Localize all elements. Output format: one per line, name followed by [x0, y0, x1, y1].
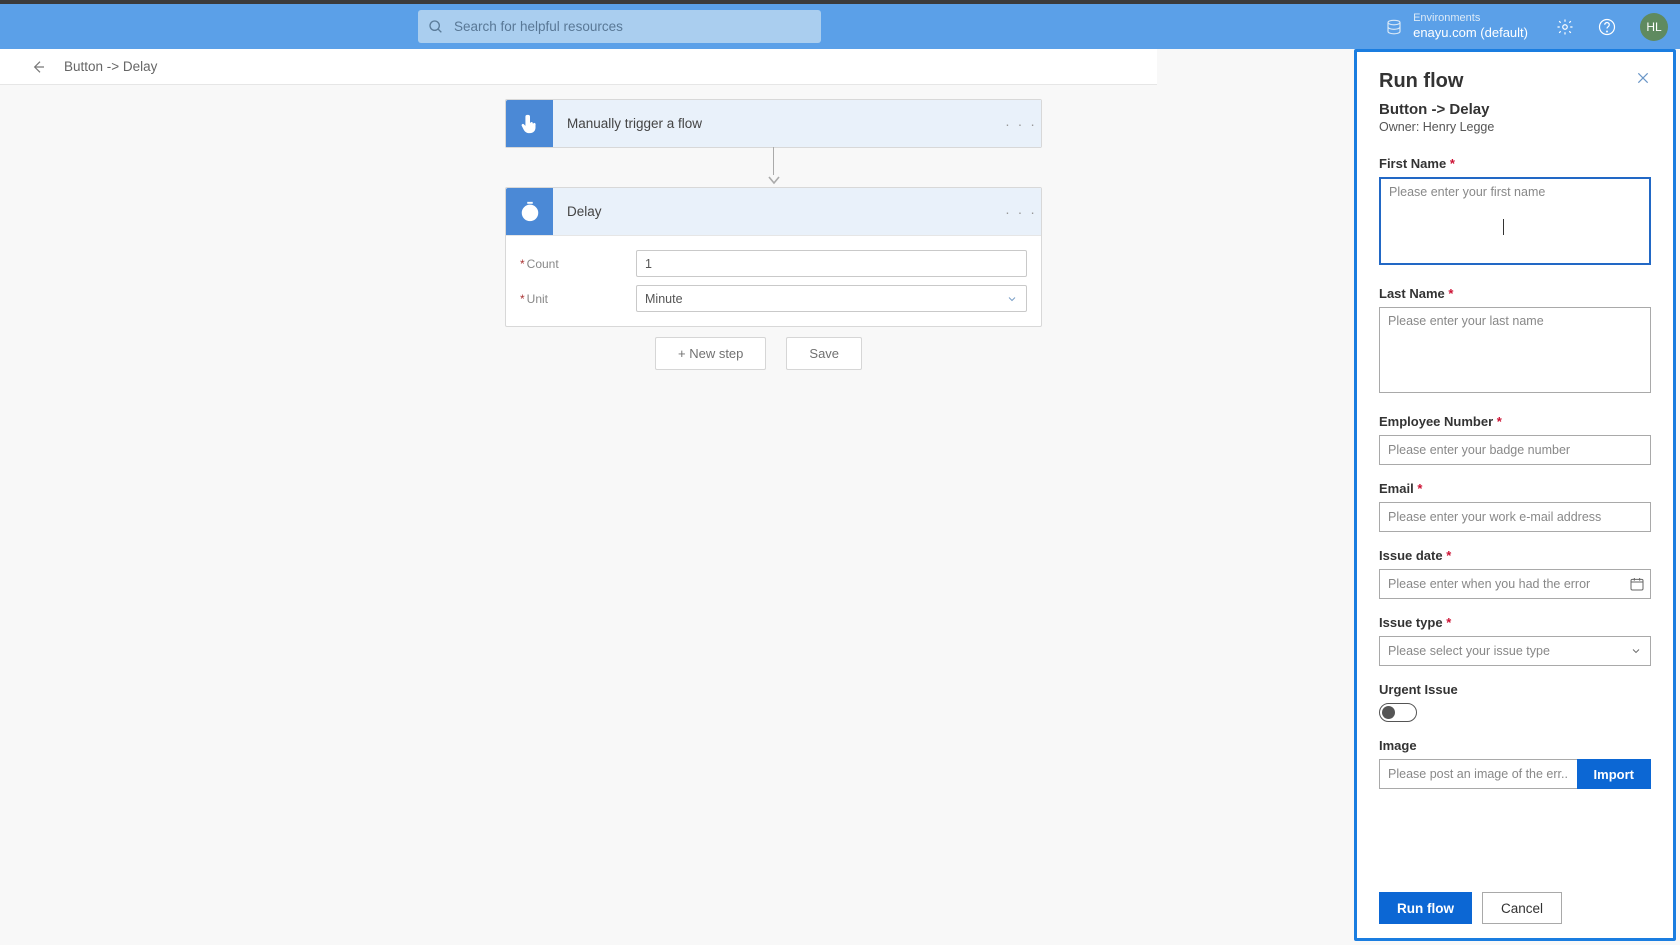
breadcrumb-bar: Button -> Delay — [0, 49, 1157, 85]
urgent-label: Urgent Issue — [1379, 682, 1651, 697]
last-name-input[interactable] — [1379, 307, 1651, 393]
help-icon[interactable] — [1598, 18, 1616, 36]
issue-date-input[interactable] — [1379, 569, 1651, 599]
delay-card[interactable]: Delay · · · *Count *Unit Minute — [505, 187, 1042, 327]
chevron-down-icon — [1006, 293, 1018, 305]
last-name-label: Last Name * — [1379, 286, 1651, 301]
image-label: Image — [1379, 738, 1651, 753]
panel-owner: Owner: Henry Legge — [1379, 120, 1651, 134]
calendar-icon[interactable] — [1629, 576, 1645, 592]
new-step-button[interactable]: + New step — [655, 337, 766, 370]
environment-icon — [1385, 18, 1403, 36]
image-input[interactable] — [1379, 759, 1577, 789]
environment-name: enayu.com (default) — [1413, 25, 1528, 41]
global-search[interactable] — [418, 10, 821, 43]
panel-title: Run flow — [1379, 70, 1463, 93]
close-icon[interactable] — [1635, 70, 1651, 86]
chevron-down-icon — [1630, 645, 1642, 657]
save-button[interactable]: Save — [786, 337, 862, 370]
search-input[interactable] — [454, 19, 811, 34]
top-bar: Environments enayu.com (default) HL — [0, 4, 1680, 49]
unit-label: *Unit — [520, 292, 636, 306]
touch-icon — [506, 100, 553, 147]
environment-label: Environments — [1413, 12, 1528, 25]
environment-block[interactable]: Environments enayu.com (default) — [1413, 12, 1528, 41]
issue-type-select[interactable]: Please select your issue type — [1379, 636, 1651, 666]
delay-card-title: Delay — [553, 204, 1001, 219]
email-label: Email * — [1379, 481, 1651, 496]
employee-number-label: Employee Number * — [1379, 414, 1651, 429]
breadcrumb-text: Button -> Delay — [64, 59, 157, 74]
unit-select[interactable]: Minute — [636, 285, 1027, 312]
trigger-card[interactable]: Manually trigger a flow · · · — [505, 99, 1042, 148]
run-flow-button[interactable]: Run flow — [1379, 892, 1472, 924]
issue-date-label: Issue date * — [1379, 548, 1651, 563]
search-icon — [428, 19, 444, 35]
flow-canvas: Manually trigger a flow · · · Delay · · … — [0, 85, 1155, 945]
run-flow-panel: Run flow Button -> Delay Owner: Henry Le… — [1354, 49, 1676, 941]
clock-icon — [506, 188, 553, 235]
avatar[interactable]: HL — [1640, 13, 1668, 41]
first-name-label: First Name * — [1379, 156, 1651, 171]
employee-number-input[interactable] — [1379, 435, 1651, 465]
count-input[interactable] — [636, 250, 1027, 277]
gear-icon[interactable] — [1556, 18, 1574, 36]
flow-arrow — [772, 147, 775, 185]
trigger-card-menu[interactable]: · · · — [1001, 116, 1041, 132]
trigger-card-title: Manually trigger a flow — [553, 116, 1001, 131]
delay-card-menu[interactable]: · · · — [1001, 204, 1041, 220]
text-cursor — [1503, 219, 1504, 235]
panel-flow-name: Button -> Delay — [1379, 101, 1651, 118]
first-name-input[interactable] — [1379, 177, 1651, 265]
back-icon[interactable] — [30, 59, 46, 75]
issue-type-label: Issue type * — [1379, 615, 1651, 630]
email-input[interactable] — [1379, 502, 1651, 532]
import-button[interactable]: Import — [1577, 759, 1651, 789]
cancel-button[interactable]: Cancel — [1482, 892, 1562, 924]
urgent-toggle[interactable] — [1379, 703, 1417, 722]
count-label: *Count — [520, 257, 636, 271]
